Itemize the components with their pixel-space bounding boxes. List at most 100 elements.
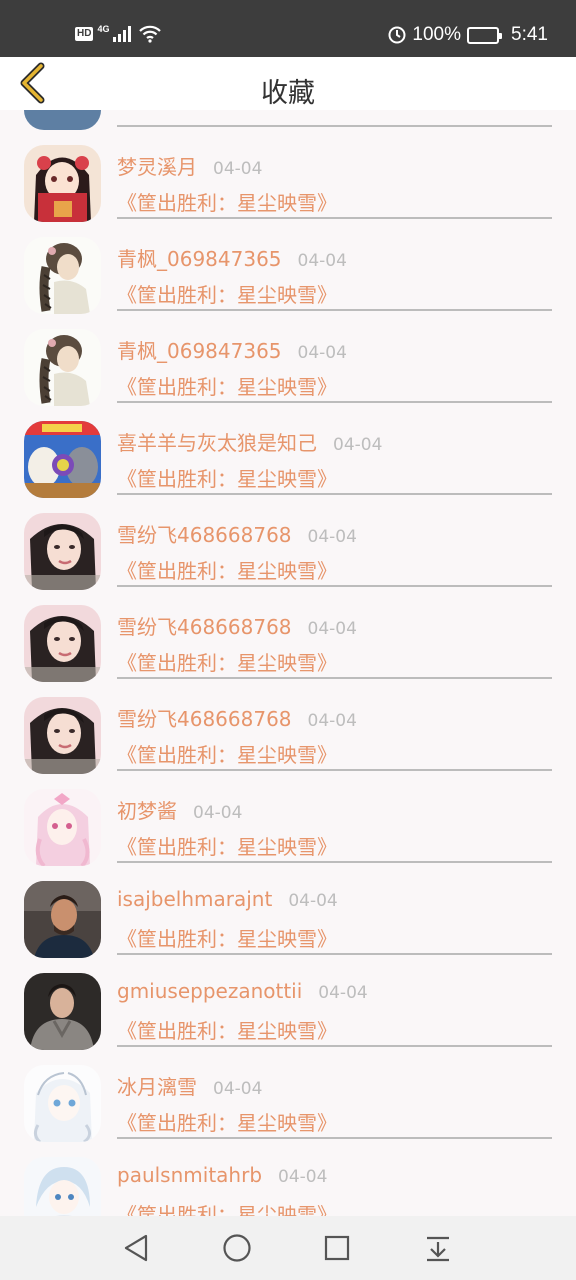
page-title: 收藏 <box>261 78 315 109</box>
signal-icon <box>113 26 132 42</box>
battery-icon <box>467 26 503 44</box>
user-avatar[interactable] <box>24 605 101 682</box>
row-divider <box>117 677 552 679</box>
user-avatar[interactable] <box>24 1157 101 1216</box>
user-name[interactable]: 雪纷飞468668768 <box>117 611 292 640</box>
status-right: 100% 5:41 <box>388 22 548 48</box>
name-time-line: 梦灵溪月 04-04 <box>117 151 262 181</box>
name-time-line: isajbelhmarajnt 04-04 <box>117 887 338 917</box>
timestamp: 04-04 <box>278 1167 328 1187</box>
hd-badge: HD <box>75 27 94 41</box>
name-time-line: 雪纷飞468668768 04-04 <box>117 519 357 549</box>
row-divider <box>117 1045 552 1047</box>
nav-back-button[interactable] <box>120 1232 152 1264</box>
user-avatar[interactable] <box>24 145 101 222</box>
user-avatar[interactable] <box>24 697 101 774</box>
row-divider <box>117 1137 552 1139</box>
user-avatar[interactable] <box>24 1065 101 1142</box>
triangle-back-icon <box>124 1234 148 1262</box>
user-avatar[interactable] <box>24 329 101 406</box>
book-title[interactable]: 《筐出胜利：星尘映雪》 <box>117 831 337 860</box>
book-title[interactable]: 《筐出胜利：星尘映雪》 <box>117 923 337 952</box>
favorite-list-item[interactable]: isajbelhmarajnt 04-04 《筐出胜利：星尘映雪》 <box>0 867 576 959</box>
user-avatar[interactable] <box>24 513 101 590</box>
name-time-line: 初梦酱 04-04 <box>117 795 242 825</box>
timestamp: 04-04 <box>307 711 357 731</box>
favorite-list-item[interactable]: 喜羊羊与灰太狼是知己 04-04 《筐出胜利：星尘映雪》 <box>0 407 576 499</box>
row-divider <box>117 125 552 127</box>
pull-down-icon <box>427 1236 449 1262</box>
name-time-line: 青枫_069847365 04-04 <box>117 243 347 273</box>
user-name[interactable]: 初梦酱 <box>117 795 177 824</box>
nav-home-button[interactable] <box>221 1232 253 1264</box>
timestamp: 04-04 <box>213 159 263 179</box>
battery-percent: 100% <box>412 24 462 45</box>
user-name[interactable]: gmiuseppezanottii <box>117 979 302 1003</box>
clock: 5:41 <box>511 24 548 45</box>
favorite-list-item[interactable]: 梦灵溪月 04-04 《筐出胜利：星尘映雪》 <box>0 131 576 223</box>
book-title[interactable]: 《筐出胜利：星尘映雪》 <box>117 371 337 400</box>
name-time-line: 冰月漓雪 04-04 <box>117 1071 262 1101</box>
row-divider <box>117 309 552 311</box>
status-bar: HD 4G 100% 5:41 <box>0 0 576 57</box>
book-title[interactable]: 《筐出胜利：星尘映雪》 <box>117 739 337 768</box>
favorite-list-item[interactable] <box>0 110 576 131</box>
timestamp: 04-04 <box>333 435 383 455</box>
user-name[interactable]: 青枫_069847365 <box>117 335 282 364</box>
row-divider <box>117 953 552 955</box>
name-time-line: 雪纷飞468668768 04-04 <box>117 703 357 733</box>
timestamp: 04-04 <box>307 527 357 547</box>
timestamp: 04-04 <box>307 619 357 639</box>
user-avatar[interactable] <box>24 110 101 130</box>
square-recents-icon <box>324 1235 350 1261</box>
user-avatar[interactable] <box>24 973 101 1050</box>
book-title[interactable]: 《筐出胜利：星尘映雪》 <box>117 187 337 216</box>
name-time-line: 雪纷飞468668768 04-04 <box>117 611 357 641</box>
user-name[interactable]: 雪纷飞468668768 <box>117 519 292 548</box>
name-time-line: 喜羊羊与灰太狼是知己 04-04 <box>117 427 382 457</box>
name-time-line: paulsnmitahrb 04-04 <box>117 1163 327 1193</box>
favorite-list-item[interactable]: 初梦酱 04-04 《筐出胜利：星尘映雪》 <box>0 775 576 867</box>
name-time-line: gmiuseppezanottii 04-04 <box>117 979 368 1009</box>
timestamp: 04-04 <box>297 343 347 363</box>
wifi-icon <box>139 25 162 43</box>
row-divider <box>117 769 552 771</box>
book-title[interactable]: 《筐出胜利：星尘映雪》 <box>117 1107 337 1136</box>
timestamp: 04-04 <box>193 803 243 823</box>
user-name[interactable]: paulsnmitahrb <box>117 1163 262 1187</box>
user-avatar[interactable] <box>24 237 101 314</box>
favorites-list[interactable]: 梦灵溪月 04-04 《筐出胜利：星尘映雪》 青枫_069847365 04-04 《筐出… <box>0 110 576 1216</box>
book-title[interactable]: 《筐出胜利：星尘映雪》 <box>117 647 337 676</box>
user-avatar[interactable] <box>24 881 101 958</box>
favorite-list-item[interactable]: gmiuseppezanottii 04-04 《筐出胜利：星尘映雪》 <box>0 959 576 1051</box>
timestamp: 04-04 <box>213 1079 263 1099</box>
user-name[interactable]: 雪纷飞468668768 <box>117 703 292 732</box>
book-title[interactable]: 《筐出胜利：星尘映雪》 <box>117 279 337 308</box>
favorite-list-item[interactable]: 雪纷飞468668768 04-04 《筐出胜利：星尘映雪》 <box>0 591 576 683</box>
nav-notification-button[interactable] <box>422 1232 454 1264</box>
favorite-list-item[interactable]: 雪纷飞468668768 04-04 《筐出胜利：星尘映雪》 <box>0 499 576 591</box>
favorite-list-item[interactable]: 雪纷飞468668768 04-04 《筐出胜利：星尘映雪》 <box>0 683 576 775</box>
circle-home-icon <box>223 1234 251 1262</box>
book-title[interactable]: 《筐出胜利：星尘映雪》 <box>117 1199 337 1216</box>
user-name[interactable]: 青枫_069847365 <box>117 243 282 272</box>
user-name[interactable]: 喜羊羊与灰太狼是知己 <box>117 427 317 456</box>
favorite-list-item[interactable]: paulsnmitahrb 04-04 《筐出胜利：星尘映雪》 <box>0 1143 576 1216</box>
favorite-list-item[interactable]: 冰月漓雪 04-04 《筐出胜利：星尘映雪》 <box>0 1051 576 1143</box>
user-name[interactable]: isajbelhmarajnt <box>117 887 272 911</box>
user-avatar[interactable] <box>24 421 101 498</box>
book-title[interactable]: 《筐出胜利：星尘映雪》 <box>117 463 337 492</box>
row-divider <box>117 401 552 403</box>
user-name[interactable]: 梦灵溪月 <box>117 151 197 180</box>
row-divider <box>117 217 552 219</box>
user-name[interactable]: 冰月漓雪 <box>117 1071 197 1100</box>
timestamp: 04-04 <box>297 251 347 271</box>
book-title[interactable]: 《筐出胜利：星尘映雪》 <box>117 555 337 584</box>
book-title[interactable]: 《筐出胜利：星尘映雪》 <box>117 1015 337 1044</box>
favorite-list-item[interactable]: 青枫_069847365 04-04 《筐出胜利：星尘映雪》 <box>0 223 576 315</box>
favorite-list-item[interactable]: 青枫_069847365 04-04 《筐出胜利：星尘映雪》 <box>0 315 576 407</box>
user-avatar[interactable] <box>24 789 101 866</box>
data-saver-icon <box>388 26 406 44</box>
timestamp: 04-04 <box>288 891 338 911</box>
nav-recents-button[interactable] <box>321 1232 353 1264</box>
